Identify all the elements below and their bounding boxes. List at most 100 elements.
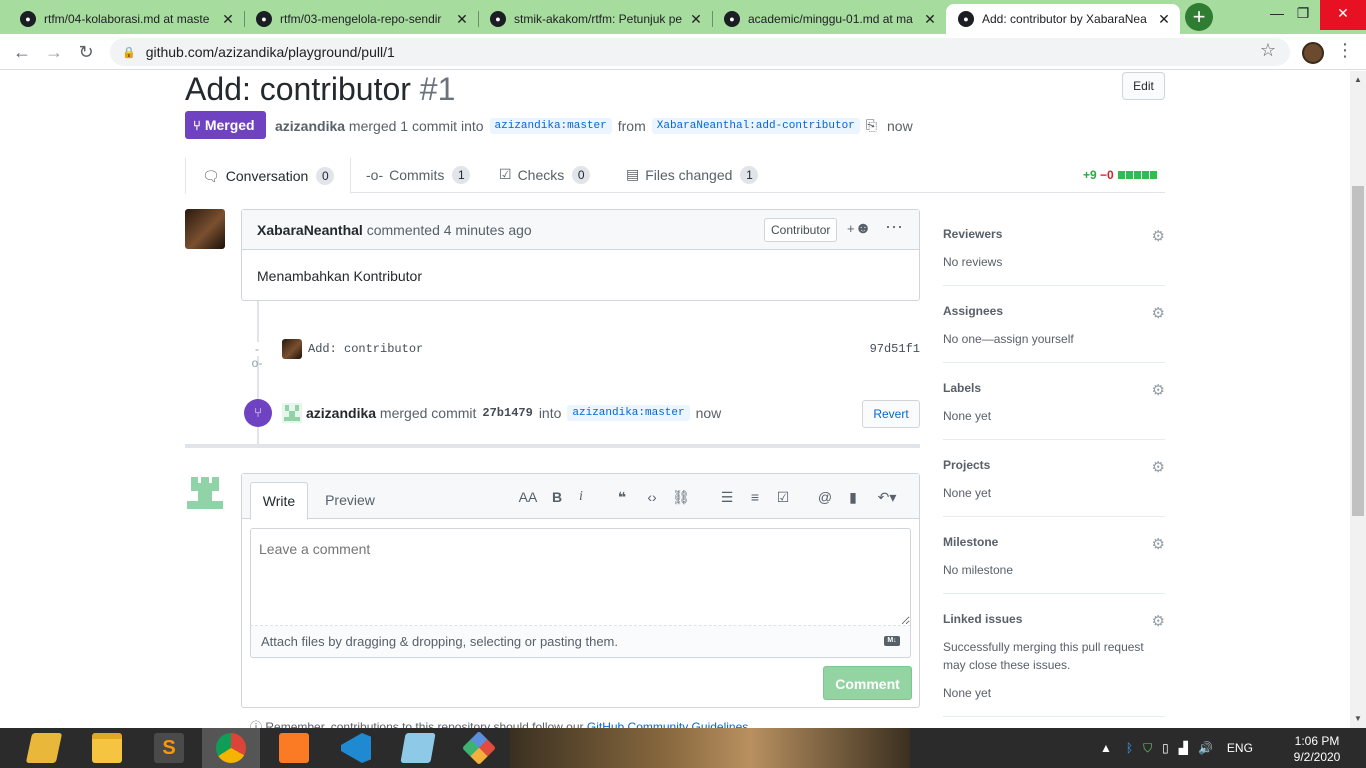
close-tab-icon[interactable]: ✕	[688, 11, 704, 28]
vscode-icon[interactable]	[327, 728, 385, 768]
merger-link[interactable]: azizandika	[275, 118, 345, 134]
pr-number: #1	[419, 71, 456, 107]
profile-avatar[interactable]	[1302, 42, 1324, 64]
browser-tab[interactable]: ● stmik-akakom/rtfm: Petunjuk pe ✕	[478, 4, 712, 34]
chrome-icon[interactable]	[202, 728, 260, 768]
close-tab-icon[interactable]: ✕	[220, 11, 236, 28]
git-icon[interactable]	[450, 728, 508, 768]
sidebar-heading[interactable]: Milestone	[943, 535, 1165, 549]
sidebar-heading[interactable]: Linked issues	[943, 612, 1165, 626]
forward-arrow-icon[interactable]: →	[40, 39, 68, 65]
reference-icon[interactable]: ▮	[843, 489, 863, 506]
file-explorer-icon[interactable]	[78, 728, 136, 768]
sidebar-heading[interactable]: Reviewers	[943, 227, 1165, 241]
sublime-text-icon[interactable]: S	[140, 728, 198, 768]
language-indicator[interactable]: ENG	[1227, 741, 1253, 755]
comment-button[interactable]: Comment	[823, 666, 912, 700]
mention-icon[interactable]: @	[815, 489, 835, 505]
tab-counter: 0	[572, 165, 591, 184]
tab-label: Checks	[517, 166, 565, 183]
code-icon[interactable]: ‹›	[642, 489, 662, 505]
close-tab-icon[interactable]: ✕	[454, 11, 470, 28]
attach-files-area[interactable]: Attach files by dragging & dropping, sel…	[250, 626, 911, 658]
merge-event: ⑂ azizandika merged commit 27b1479 into …	[244, 398, 920, 428]
heading-icon[interactable]: AA	[518, 489, 538, 505]
revert-button[interactable]: Revert	[862, 400, 920, 428]
avatar[interactable]	[185, 209, 225, 249]
markdown-icon[interactable]: M↓	[884, 636, 900, 646]
gear-icon[interactable]: ⚙	[1152, 458, 1165, 476]
merge-icon: ⑂	[193, 117, 201, 133]
clock[interactable]: 1:06 PM 9/2/2020	[1284, 733, 1350, 765]
avatar[interactable]	[282, 403, 302, 423]
link-icon[interactable]: ⛓	[671, 489, 691, 506]
bookmark-star-icon[interactable]: ☆	[1260, 40, 1276, 61]
comment-timestamp[interactable]: commented 4 minutes ago	[367, 222, 532, 238]
ordered-list-icon[interactable]: ≡	[745, 489, 765, 505]
unordered-list-icon[interactable]: ☰	[717, 489, 737, 506]
browser-menu-icon[interactable]: ⋮	[1336, 40, 1354, 61]
volume-icon[interactable]: 🔊	[1198, 741, 1213, 755]
address-bar[interactable]: 🔒 github.com/azizandika/playground/pull/…	[110, 38, 1290, 66]
xampp-icon[interactable]	[265, 728, 323, 768]
tab-checks[interactable]: ☑ Checks 0	[483, 156, 606, 193]
page-scrollbar[interactable]: ▲ ▼	[1350, 71, 1366, 728]
gear-icon[interactable]: ⚙	[1152, 535, 1165, 553]
browser-tab-active[interactable]: ● Add: contributor by XabaraNea ✕	[946, 4, 1180, 34]
more-options-icon[interactable]: ···	[885, 216, 903, 237]
notepad-icon[interactable]	[389, 728, 447, 768]
merge-commit-sha[interactable]: 27b1479	[482, 406, 532, 420]
network-icon[interactable]: ▟	[1179, 741, 1188, 755]
base-branch[interactable]: azizandika:master	[489, 117, 612, 134]
scroll-down-icon[interactable]: ▼	[1354, 714, 1362, 723]
tab-conversation[interactable]: 🗨 Conversation 0	[185, 156, 352, 194]
tab-files-changed[interactable]: ▤ Files changed 1	[610, 156, 774, 193]
guidelines-link[interactable]: GitHub Community Guidelines	[587, 720, 748, 728]
merge-author[interactable]: azizandika	[306, 405, 376, 421]
tray-expand-icon[interactable]: ▲	[1100, 741, 1112, 755]
write-tab[interactable]: Write	[250, 482, 308, 520]
comment-textarea[interactable]	[250, 528, 911, 626]
head-branch[interactable]: XabaraNeanthal:add-contributor	[651, 117, 860, 134]
security-icon[interactable]: ⛉	[1143, 741, 1152, 756]
italic-icon[interactable]: i	[571, 489, 591, 505]
gear-icon[interactable]: ⚙	[1152, 227, 1165, 245]
sidebar-heading[interactable]: Assignees	[943, 304, 1165, 318]
close-tab-icon[interactable]: ✕	[922, 11, 938, 28]
preview-tab[interactable]: Preview	[314, 482, 386, 519]
back-arrow-icon[interactable]: ←	[8, 39, 36, 65]
browser-tab[interactable]: ● rtfm/03-mengelola-repo-sendir ✕	[244, 4, 478, 34]
new-tab-button[interactable]: +	[1185, 3, 1213, 31]
gear-icon[interactable]: ⚙	[1152, 612, 1165, 630]
browser-tab[interactable]: ● academic/minggu-01.md at ma ✕	[712, 4, 946, 34]
bluetooth-icon[interactable]: ᛒ	[1126, 741, 1133, 755]
sidebar-heading[interactable]: Labels	[943, 381, 1165, 395]
scrollbar-thumb[interactable]	[1352, 186, 1364, 516]
quote-icon[interactable]: ❝	[612, 489, 632, 506]
scroll-up-icon[interactable]: ▲	[1354, 75, 1362, 84]
new-comment-form: Write Preview AA B i ❝ ‹› ⛓ ☰ ≡ ☑ @ ▮ ↶▾…	[241, 473, 920, 708]
browser-tab[interactable]: ● rtfm/04-kolaborasi.md at maste ✕	[8, 4, 244, 34]
merge-branch[interactable]: azizandika:master	[567, 405, 690, 421]
avatar[interactable]	[282, 339, 302, 359]
tab-commits[interactable]: -o- Commits 1	[350, 156, 486, 193]
close-tab-icon[interactable]: ✕	[1156, 11, 1172, 28]
window-close-icon[interactable]: ✕	[1320, 0, 1366, 30]
edit-button[interactable]: Edit	[1122, 72, 1165, 100]
avatar[interactable]	[185, 473, 225, 513]
gear-icon[interactable]: ⚙	[1152, 381, 1165, 399]
reload-icon[interactable]: ↻	[72, 39, 100, 65]
bold-icon[interactable]: B	[547, 489, 567, 505]
battery-icon[interactable]: ▯	[1162, 741, 1169, 755]
winamp-icon[interactable]	[15, 728, 73, 768]
comment-author[interactable]: XabaraNeanthal	[257, 222, 363, 238]
task-list-icon[interactable]: ☑	[773, 489, 793, 506]
sidebar-heading[interactable]: Projects	[943, 458, 1165, 472]
gear-icon[interactable]: ⚙	[1152, 304, 1165, 322]
add-reaction-button[interactable]: +☻	[847, 220, 871, 238]
commit-sha[interactable]: 97d51f1	[870, 342, 920, 356]
reply-icon[interactable]: ↶▾	[872, 489, 902, 506]
sidebar-value[interactable]: No one—assign yourself	[943, 330, 1165, 348]
copy-icon[interactable]: ⎘	[866, 117, 877, 134]
commit-message[interactable]: Add: contributor	[308, 342, 423, 356]
